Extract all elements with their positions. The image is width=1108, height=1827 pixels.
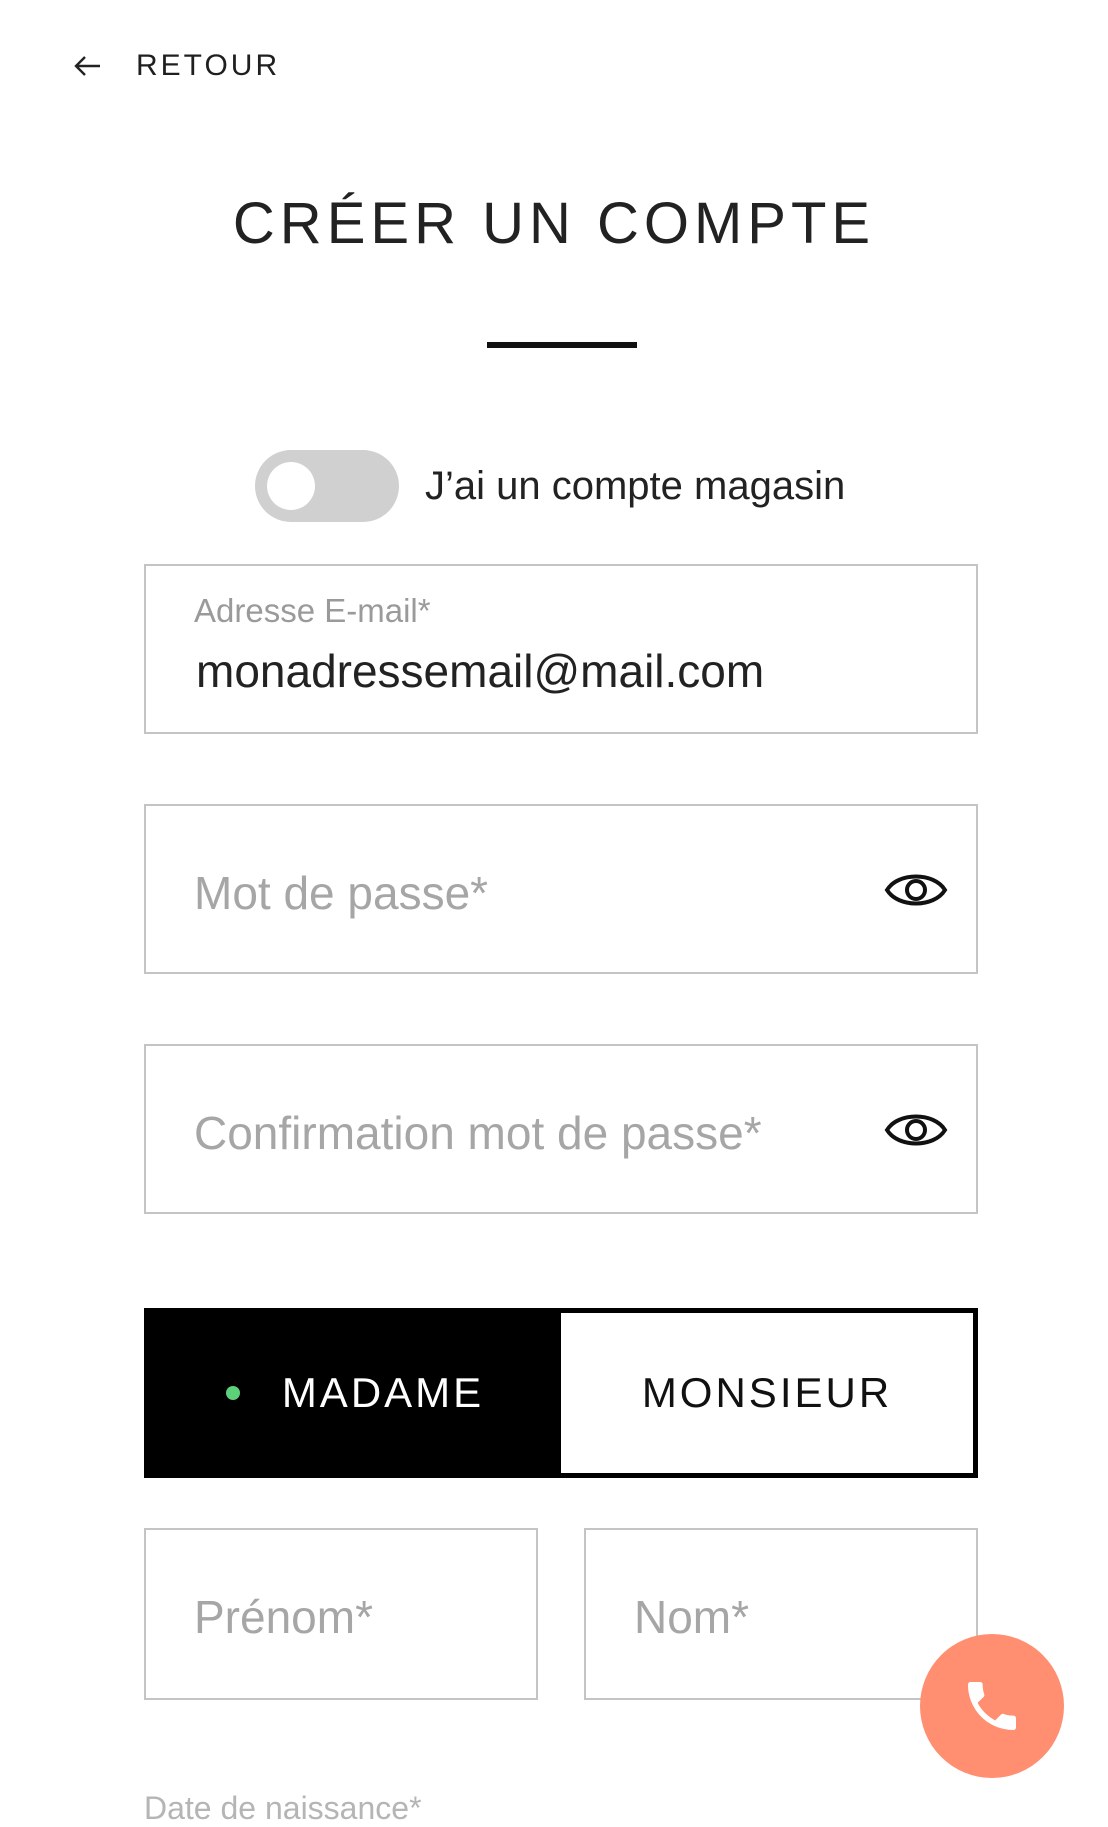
store-account-row: J’ai un compte magasin [255, 450, 845, 522]
back-button[interactable]: RETOUR [70, 48, 280, 84]
eye-icon[interactable] [884, 1104, 948, 1156]
first-name-field[interactable]: Prénom* [144, 1528, 538, 1700]
password-placeholder: Mot de passe* [194, 867, 489, 919]
gender-selector: MADAME MONSIEUR [144, 1308, 978, 1478]
last-name-placeholder: Nom* [634, 1591, 750, 1643]
password-confirm-placeholder: Confirmation mot de passe* [194, 1107, 762, 1159]
password-field[interactable]: Mot de passe* [144, 804, 978, 974]
gender-label-monsieur: MONSIEUR [641, 1369, 893, 1416]
eye-icon[interactable] [884, 864, 948, 916]
email-field[interactable]: Adresse E-mail* monadressemail@mail.com [144, 564, 978, 734]
page-title: CRÉER UN COMPTE [232, 191, 876, 256]
phone-icon [968, 1682, 1016, 1730]
last-name-field[interactable]: Nom* [584, 1528, 978, 1700]
store-account-label: J’ai un compte magasin [425, 463, 846, 508]
toggle-knob [267, 462, 315, 510]
store-account-toggle[interactable] [255, 450, 399, 522]
arrow-left-icon [74, 56, 100, 76]
gender-option-madame[interactable]: MADAME [149, 1313, 561, 1473]
back-label: RETOUR [136, 49, 281, 82]
call-button[interactable] [920, 1634, 1064, 1778]
gender-label-madame: MADAME [281, 1369, 485, 1416]
email-label: Adresse E-mail* [194, 592, 431, 629]
birth-date-label: Date de naissance* [144, 1790, 422, 1826]
selected-dot-icon [225, 1386, 240, 1400]
password-confirm-field[interactable]: Confirmation mot de passe* [144, 1044, 978, 1214]
first-name-placeholder: Prénom* [194, 1591, 373, 1643]
title-divider [487, 342, 637, 348]
gender-option-monsieur[interactable]: MONSIEUR [561, 1313, 973, 1473]
email-value[interactable]: monadressemail@mail.com [196, 644, 764, 698]
